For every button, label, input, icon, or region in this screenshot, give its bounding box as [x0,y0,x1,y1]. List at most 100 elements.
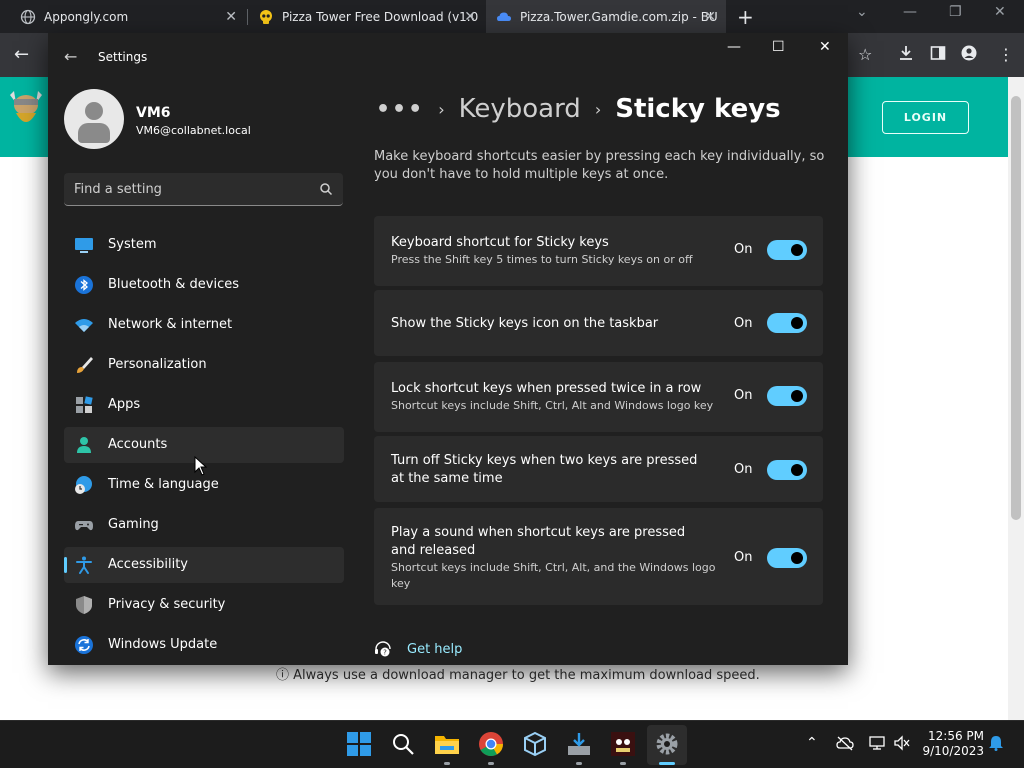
back-arrow-icon[interactable]: ← [14,44,29,65]
close-tab-icon[interactable]: ✕ [225,9,237,25]
option-subtitle: Press the Shift key 5 times to turn Stic… [391,253,693,266]
back-arrow-icon[interactable]: ← [64,47,77,66]
cloud-offline-icon[interactable] [836,735,854,755]
option-subtitle: Shortcut keys include Shift, Ctrl, Alt a… [391,399,714,412]
toggle-knob [791,244,803,256]
toggle-state: On [734,462,753,477]
nav-label: Gaming [108,517,159,532]
side-panel-icon[interactable] [930,45,946,65]
search-input[interactable] [74,179,314,199]
settings-gear-icon[interactable] [654,731,680,757]
page-description: Make keyboard shortcuts easier by pressi… [374,149,825,182]
login-button[interactable]: LOGIN [882,101,969,134]
network-icon[interactable] [868,735,886,755]
running-indicator [576,762,582,765]
nav-item-gaming[interactable]: Gaming [64,507,344,543]
new-tab-button[interactable]: + [737,5,754,29]
lock-keys-toggle[interactable] [767,386,807,406]
close-icon[interactable]: ✕ [819,39,831,55]
option-card-turn-off: Turn off Sticky keys when two keys are p… [374,436,823,502]
nav-item-windows-update[interactable]: Windows Update [64,627,344,663]
browser-tab-appongly[interactable]: Appongly.com ✕ [0,0,247,33]
more-menu-icon[interactable]: ⋮ [998,45,1014,64]
avatar[interactable] [64,89,124,149]
file-explorer-icon[interactable] [434,731,460,757]
chrome-icon[interactable] [478,731,504,757]
option-title: Turn off Sticky keys when two keys are p… [391,453,698,486]
selection-indicator [64,557,67,573]
paintbrush-icon [74,355,94,375]
nav-item-system[interactable]: System [64,227,344,263]
browser-tab-zip-download[interactable]: Pizza.Tower.Gamdie.com.zip - BU ✕ [486,0,726,33]
shortcut-toggle[interactable] [767,240,807,260]
help-icon: ? [374,640,392,658]
running-indicator [488,762,494,765]
tab-title: Pizza.Tower.Gamdie.com.zip - BU [520,9,718,24]
breadcrumb-parent[interactable]: Keyboard [459,94,581,124]
browser-tab-pizza-tower[interactable]: Pizza Tower Free Download (v1.0 ✕ [248,0,486,33]
chevron-up-icon[interactable]: ⌃ [806,735,818,751]
nav-label: Personalization [108,357,207,372]
update-icon [74,635,94,655]
avatar-body [78,123,110,143]
minimize-icon[interactable]: — [903,4,917,20]
option-subtitle: Shortcut keys include Shift, Ctrl, Alt, … [391,561,716,590]
nav-label: Time & language [108,477,219,492]
avatar-head [85,102,103,120]
system-clock[interactable]: 12:56 PM 9/10/2023 [922,729,984,759]
close-tab-icon[interactable]: ✕ [704,9,716,25]
search-box[interactable] [64,173,343,206]
close-window-icon[interactable]: ✕ [994,4,1006,20]
star-icon[interactable]: ☆ [858,45,872,64]
profile-icon[interactable] [961,45,977,65]
gamepad-icon [74,515,94,535]
close-tab-icon[interactable]: ✕ [464,9,476,25]
taskbar: ⌃ 12:56 PM 9/10/2023 [0,720,1024,768]
cube-app-icon[interactable] [522,731,548,757]
maximize-icon[interactable]: ☐ [772,39,785,55]
nav-item-apps[interactable]: Apps [64,387,344,423]
clock-time: 12:56 PM [928,729,984,743]
window-title: Settings [98,50,148,64]
nav-item-bluetooth[interactable]: Bluetooth & devices [64,267,344,303]
search-icon[interactable] [390,731,416,757]
help-label[interactable]: Get help [407,642,462,657]
nav-item-accessibility[interactable]: Accessibility [64,547,344,583]
minimize-icon[interactable]: — [727,39,741,55]
toggle-state: On [734,550,753,565]
taskbar-icon-toggle[interactable] [767,313,807,333]
user-name: VM6 [136,105,171,121]
game-app-icon[interactable] [610,731,636,757]
wifi-icon [74,315,94,335]
option-card-lock-keys: Lock shortcut keys when pressed twice in… [374,362,823,432]
scrollbar-thumb[interactable] [1011,96,1021,520]
active-indicator [659,762,675,765]
nav-item-privacy-security[interactable]: Privacy & security [64,587,344,623]
mouse-cursor-icon [194,455,208,476]
settings-nav: System Bluetooth & devices Network & int… [64,227,344,665]
volume-muted-icon[interactable] [893,735,911,755]
skull-icon [258,9,274,25]
chevron-down-icon[interactable]: ⌄ [856,4,868,20]
breadcrumb-overflow[interactable]: ••• [376,97,424,122]
clock-date: 9/10/2023 [922,744,984,758]
play-sound-toggle[interactable] [767,548,807,568]
windows-start-icon[interactable] [346,731,372,757]
globe-clock-icon [74,475,94,495]
chevron-right-icon: › [594,99,602,119]
installer-icon[interactable] [566,731,592,757]
restore-icon[interactable]: ❐ [949,4,962,20]
option-card-shortcut: Keyboard shortcut for Sticky keys Press … [374,216,823,286]
toggle-state: On [734,388,753,403]
toggle-state: On [734,316,753,331]
search-icon[interactable] [319,181,333,196]
download-icon[interactable] [898,45,914,65]
notification-bell-icon[interactable] [988,735,1004,755]
option-title: Lock shortcut keys when pressed twice in… [391,381,702,396]
nav-item-personalization[interactable]: Personalization [64,347,344,383]
turn-off-toggle[interactable] [767,460,807,480]
nav-item-network[interactable]: Network & internet [64,307,344,343]
tab-title: Appongly.com [44,9,129,24]
toggle-state: On [734,242,753,257]
nav-label: Accessibility [108,557,188,572]
